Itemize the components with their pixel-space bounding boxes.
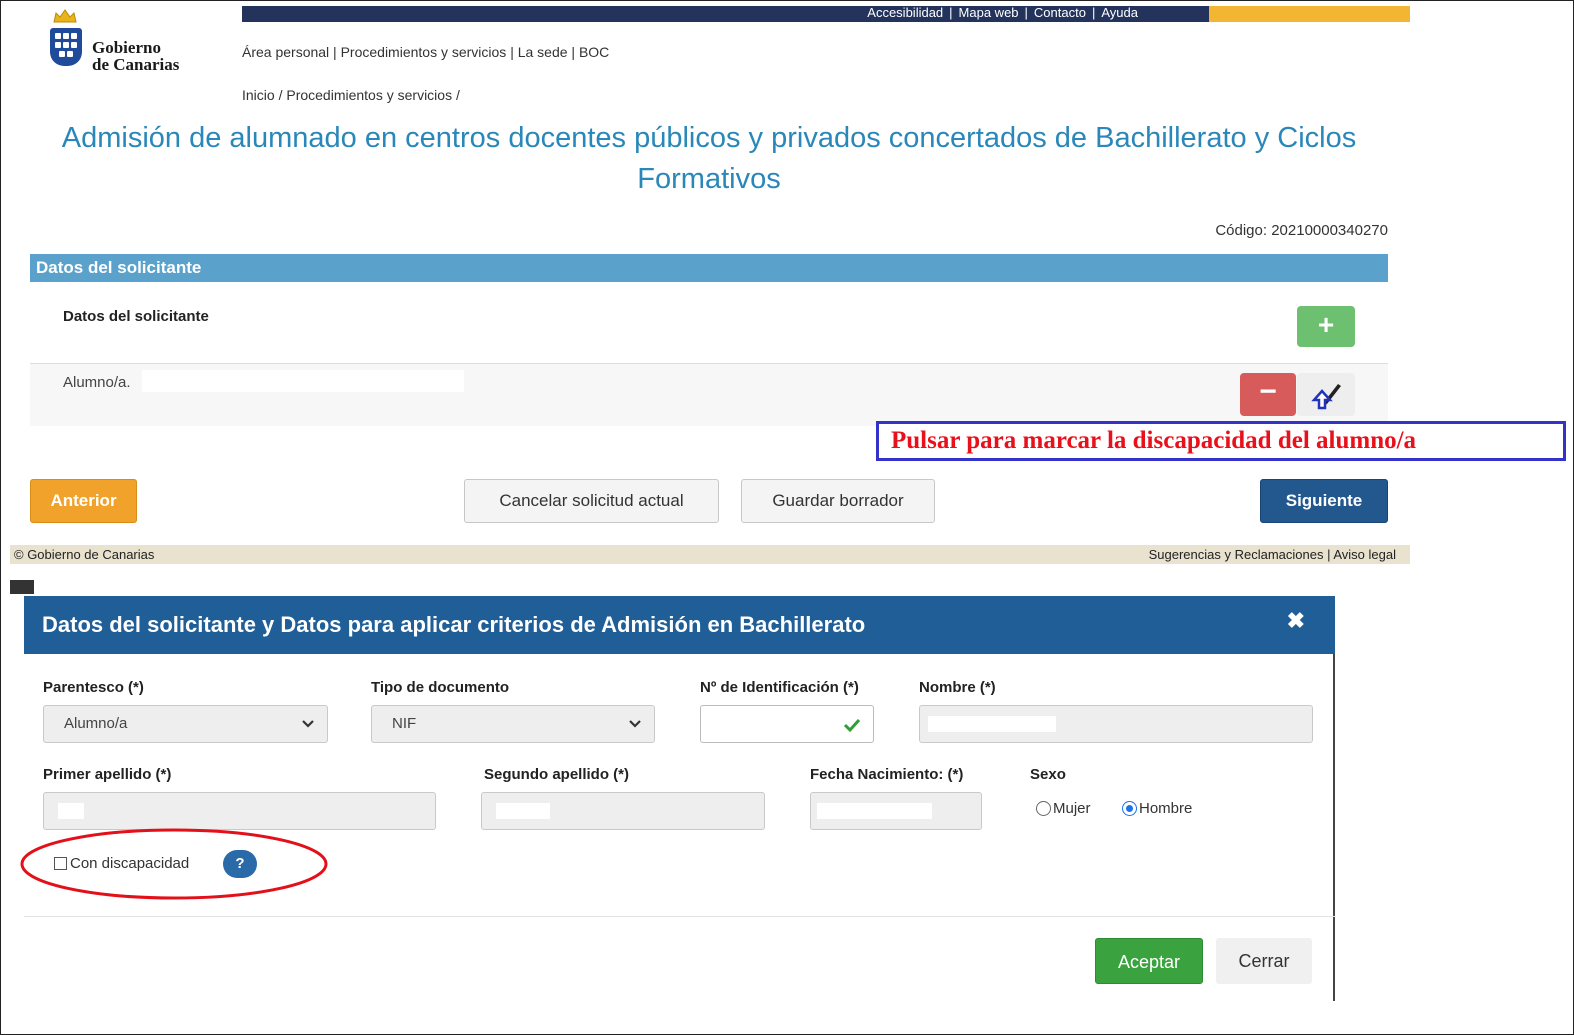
radio-unchecked [1036,801,1051,816]
link-accesibilidad[interactable]: Accesibilidad [867,6,943,20]
section-header: Datos del solicitante [30,254,1388,282]
redacted-value [817,803,932,819]
save-draft-button[interactable]: Guardar borrador [741,479,935,523]
crown-icon [53,9,77,23]
sexo-label: Sexo [1030,766,1066,783]
top-utility-links: Accesibilidad | Mapa web | Contacto | Ayuda [867,6,1138,20]
section-subheader: Datos del solicitante [63,308,209,325]
add-applicant-button[interactable]: + [1297,306,1355,347]
tipo-documento-select[interactable]: NIF [371,705,655,743]
background-fragment [10,580,34,594]
identificacion-input[interactable] [700,705,874,743]
accept-button[interactable]: Aceptar [1095,938,1203,984]
instruction-callout: Pulsar para marcar la discapacidad del a… [876,421,1566,461]
applicant-label: Alumno/a. [63,374,131,391]
sexo-mujer-label: Mujer [1053,800,1091,817]
footer-links[interactable]: Sugerencias y Reclamaciones | Aviso lega… [1149,545,1396,564]
sexo-mujer-radio[interactable]: Mujer [1036,800,1091,817]
top-accent-bar [1209,6,1410,22]
footer-copyright: © Gobierno de Canarias [14,547,155,562]
gobierno-canarias-logo[interactable]: Gobierno de Canarias [44,8,224,88]
close-button[interactable]: Cerrar [1216,938,1312,984]
close-icon[interactable]: ✖ [1287,610,1305,632]
sexo-hombre-label: Hombre [1139,800,1193,817]
parentesco-select[interactable]: Alumno/a [43,705,328,743]
next-button[interactable]: Siguiente [1260,479,1388,523]
nombre-input[interactable] [919,705,1313,743]
link-ayuda[interactable]: Ayuda [1101,6,1138,20]
breadcrumb[interactable]: Inicio / Procedimientos y servicios / [242,87,460,104]
checkmark-icon [843,718,861,733]
primer-apellido-label: Primer apellido (*) [43,766,172,783]
parentesco-value: Alumno/a [64,715,128,732]
sexo-hombre-radio[interactable]: Hombre [1122,800,1192,817]
procedure-code: Código: 20210000340270 [1215,222,1388,239]
modal-title: Datos del solicitante y Datos para aplic… [24,596,1335,654]
minus-icon: − [1259,375,1277,408]
redacted-value [496,803,550,819]
cancel-application-button[interactable]: Cancelar solicitud actual [464,479,719,523]
logo-text: Gobierno de Canarias [92,38,180,74]
primer-apellido-input[interactable] [43,792,436,830]
page-title: Admisión de alumnado en centros docentes… [61,122,1357,195]
modal-footer-divider [24,916,1335,917]
edit-applicant-button[interactable] [1297,373,1355,416]
link-mapa-web[interactable]: Mapa web [959,6,1019,20]
tipo-documento-label: Tipo de documento [371,679,510,696]
segundo-apellido-input[interactable] [481,792,765,830]
redacted-value [58,803,84,819]
redacted-name [142,370,464,392]
highlight-ellipse [20,828,328,900]
chevron-down-icon [629,720,641,728]
tipo-documento-value: NIF [392,715,417,732]
identificacion-label: Nº de Identificación (*) [700,679,859,696]
remove-applicant-button[interactable]: − [1240,373,1296,416]
shield-icon [50,28,82,66]
page-footer: © Gobierno de Canarias Sugerencias y Rec… [10,545,1410,564]
link-contacto[interactable]: Contacto [1034,6,1086,20]
chevron-down-icon [302,720,314,728]
redacted-value [928,716,1056,732]
main-nav-links[interactable]: Área personal | Procedimientos y servici… [242,44,609,60]
up-arrow-icon [1311,389,1333,410]
fecha-nacimiento-label: Fecha Nacimiento: (*) [810,766,964,783]
plus-icon: + [1317,309,1335,340]
segundo-apellido-label: Segundo apellido (*) [484,766,629,783]
nombre-label: Nombre (*) [919,679,996,696]
fecha-nacimiento-input[interactable] [810,792,982,830]
previous-button[interactable]: Anterior [30,479,137,523]
radio-checked [1122,801,1137,816]
parentesco-label: Parentesco (*) [43,679,144,696]
